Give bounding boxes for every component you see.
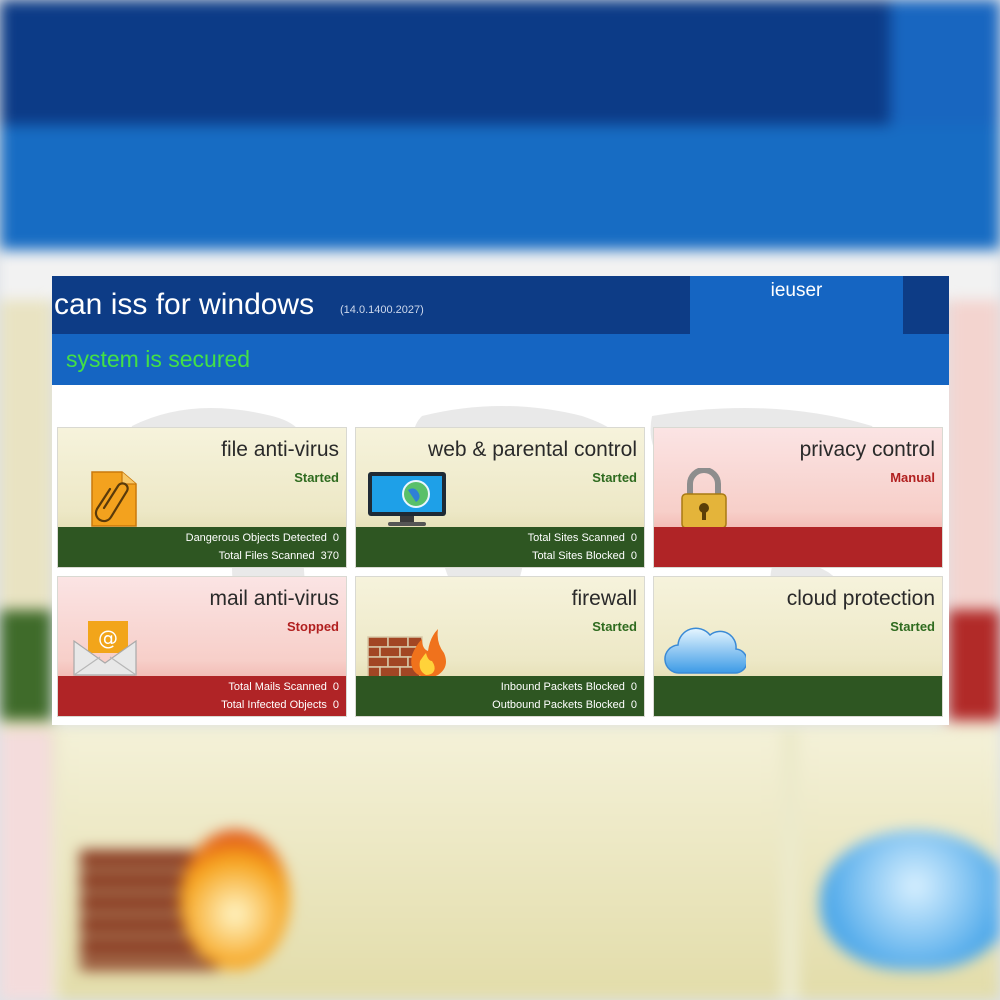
app-window: can iss for windows (14.0.1400.2027) ieu… — [52, 276, 949, 725]
tile-privacy-control[interactable]: privacy control Manual — [653, 427, 943, 568]
tile-stats — [654, 676, 942, 716]
tile-stats: Dangerous Objects Detected 0 Total Files … — [58, 527, 346, 567]
tile-state: Started — [294, 470, 339, 485]
tile-title: cloud protection — [786, 587, 935, 610]
tile-state: Started — [592, 619, 637, 634]
app-version: (14.0.1400.2027) — [340, 304, 424, 316]
stat-row: Outbound Packets Blocked 0 — [492, 699, 637, 711]
title-bar: can iss for windows (14.0.1400.2027) ieu… — [52, 276, 949, 334]
brick-wall-fire-icon — [367, 629, 446, 678]
tile-title: web & parental control — [428, 438, 637, 461]
tile-web-parental-control[interactable]: web & parental control Started Total Sit… — [355, 427, 645, 568]
tile-title: firewall — [571, 587, 637, 610]
stat-row: Total Sites Blocked 0 — [531, 550, 637, 562]
status-bar: system is secured — [52, 334, 949, 385]
stat-row: Inbound Packets Blocked 0 — [500, 681, 637, 693]
tile-state: Manual — [890, 470, 935, 485]
tile-stats: Inbound Packets Blocked 0 Outbound Packet… — [356, 676, 644, 716]
tile-firewall[interactable]: firewall Started Inbound Packets Blocked… — [355, 576, 645, 717]
app-title: can iss for windows — [54, 288, 315, 321]
stat-row: Total Files Scanned 370 — [218, 550, 339, 562]
tile-file-anti-virus[interactable]: file anti-virus Started Dangerous Object… — [57, 427, 347, 568]
tile-title: file anti-virus — [221, 438, 339, 461]
document-paperclip-icon — [91, 471, 137, 527]
stat-row: Total Sites Scanned 0 — [527, 532, 637, 544]
stat-row: Dangerous Objects Detected 0 — [185, 532, 339, 544]
tile-state: Stopped — [287, 619, 339, 634]
user-tab[interactable]: ieuser — [690, 276, 903, 334]
stat-row: Total Infected Objects 0 — [221, 699, 339, 711]
tile-state: Started — [890, 619, 935, 634]
tile-cloud-protection[interactable]: cloud protection Started — [653, 576, 943, 717]
protection-status: system is secured — [66, 346, 251, 372]
tile-mail-anti-virus[interactable]: mail anti-virus Stopped @ Total Mails Sc… — [57, 576, 347, 717]
padlock-icon — [681, 468, 727, 529]
monitor-globe-icon — [368, 472, 446, 526]
cloud-icon — [664, 627, 746, 674]
tile-stats: Total Mails Scanned 0 Total Infected Obje… — [58, 676, 346, 716]
tile-title: mail anti-virus — [209, 587, 339, 610]
stat-row: Total Mails Scanned 0 — [228, 681, 339, 693]
envelope-at-icon: @ — [73, 621, 137, 676]
tile-title: privacy control — [799, 438, 935, 461]
tile-stats: Total Sites Scanned 0 Total Sites Blocked… — [356, 527, 644, 567]
svg-text:@: @ — [98, 626, 118, 650]
tile-stats — [654, 527, 942, 567]
tile-state: Started — [592, 470, 637, 485]
